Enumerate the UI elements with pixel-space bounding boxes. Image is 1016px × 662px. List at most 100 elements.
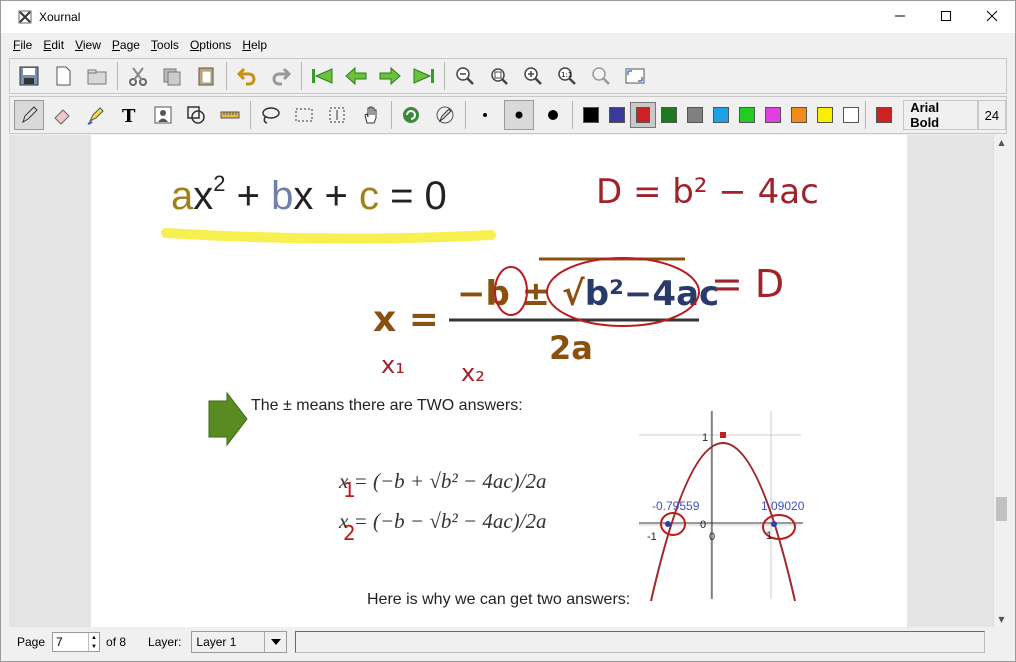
color-swatch-button[interactable]	[812, 102, 838, 128]
first-page-icon	[312, 68, 333, 84]
layer-label: Layer:	[148, 635, 182, 649]
color-swatch-button[interactable]	[786, 102, 812, 128]
color-swatch-button[interactable]	[604, 102, 630, 128]
minimize-button[interactable]	[877, 1, 923, 31]
open-button[interactable]	[82, 61, 112, 91]
fullscreen-button[interactable]	[620, 61, 650, 91]
separator	[865, 101, 867, 129]
right-root-point	[771, 521, 777, 527]
scroll-down-arrow-icon[interactable]: ▼	[994, 612, 1009, 627]
rect-select-button[interactable]	[289, 100, 319, 130]
hand-tool-button[interactable]	[356, 100, 386, 130]
scroll-up-arrow-icon[interactable]: ▲	[994, 135, 1009, 150]
highlighter-tool-button[interactable]	[81, 100, 111, 130]
fullscreen-icon	[625, 68, 645, 84]
previous-page-button[interactable]	[341, 61, 371, 91]
paste-button[interactable]	[191, 61, 221, 91]
zoom-100-button[interactable]: 1:1	[552, 61, 582, 91]
canvas-area[interactable]: ax2 + bx + c = 0 D = b² − 4ac x = −b ± √…	[9, 135, 993, 627]
save-icon	[19, 66, 39, 86]
color-swatch-button[interactable]	[578, 102, 604, 128]
layer-dropdown[interactable]: Layer 1	[191, 631, 288, 653]
highlighter-icon	[87, 107, 104, 125]
pen-tool-button[interactable]	[14, 100, 44, 130]
new-page-button[interactable]	[48, 61, 78, 91]
undo-button[interactable]	[232, 61, 262, 91]
cut-button[interactable]	[123, 61, 153, 91]
color-swatch-button[interactable]	[630, 102, 657, 128]
zoom-set-button[interactable]	[586, 61, 616, 91]
zoom-fit-button[interactable]	[484, 61, 514, 91]
last-page-button[interactable]	[409, 61, 439, 91]
journal-page[interactable]: ax2 + bx + c = 0 D = b² − 4ac x = −b ± √…	[91, 135, 907, 627]
minimize-icon	[895, 15, 905, 17]
zoom-fit-icon	[491, 68, 508, 85]
page-count-label: of 8	[106, 635, 127, 649]
page-number-spinner[interactable]: 7 ▲ ▼	[52, 632, 101, 652]
zoom-out-button[interactable]	[450, 61, 480, 91]
menu-page[interactable]: Page	[112, 38, 140, 52]
font-button[interactable]: Arial Bold	[903, 100, 978, 130]
lasso-select-button[interactable]	[256, 100, 286, 130]
current-color-button[interactable]	[871, 102, 897, 128]
menu-options[interactable]: Options	[190, 38, 231, 52]
thickness-medium-button[interactable]	[504, 100, 534, 130]
title-bar: Xournal	[1, 1, 1015, 33]
scroll-thumb[interactable]	[996, 497, 1007, 521]
color-swatch-button[interactable]	[682, 102, 708, 128]
menu-edit[interactable]: Edit	[43, 38, 64, 52]
menu-tools[interactable]: Tools	[151, 38, 179, 52]
tick-label-origin-b: 0	[709, 531, 715, 543]
spinner-arrows[interactable]: ▲ ▼	[88, 633, 99, 651]
menu-file[interactable]: File	[13, 38, 32, 52]
slide-bottom-text: Here is why we can get two answers:	[367, 591, 631, 608]
slide-plusminus-text: The ± means there are TWO answers:	[251, 397, 523, 414]
new-page-icon	[56, 66, 71, 86]
vertical-space-button[interactable]	[323, 100, 353, 130]
next-page-button[interactable]	[375, 61, 405, 91]
default-pen-button[interactable]	[430, 100, 460, 130]
color-swatch	[843, 107, 860, 123]
close-button[interactable]	[969, 1, 1015, 31]
dropdown-arrow-icon[interactable]	[264, 632, 286, 652]
color-swatch-button[interactable]	[838, 102, 864, 128]
color-swatch	[636, 107, 651, 123]
color-swatch-button[interactable]	[734, 102, 760, 128]
ruler-button[interactable]	[215, 100, 245, 130]
highlight-stroke	[161, 228, 496, 244]
separator	[117, 62, 118, 90]
x1-ink: x₁	[381, 351, 405, 379]
tools-toolbar: T Arial Bold 24	[9, 96, 1007, 134]
thickness-thick-button[interactable]	[538, 100, 568, 130]
color-swatch-button[interactable]	[760, 102, 786, 128]
vertical-scrollbar[interactable]: ▲ ▼	[993, 135, 1008, 627]
spin-down-icon[interactable]: ▼	[91, 644, 97, 650]
last-page-icon	[413, 68, 434, 84]
first-page-button[interactable]	[307, 61, 337, 91]
dot-small-icon	[483, 113, 488, 117]
copy-button[interactable]	[157, 61, 187, 91]
redo-icon	[272, 67, 292, 86]
equation-x1: x = (−b + √b² − 4ac)/2a	[339, 469, 546, 494]
default-tools-button[interactable]	[397, 100, 427, 130]
pen-icon	[21, 106, 38, 124]
redo-button[interactable]	[266, 61, 296, 91]
discriminant-ink: D = b² − 4ac	[596, 172, 819, 212]
eraser-tool-button[interactable]	[48, 100, 78, 130]
text-tool-button[interactable]: T	[115, 100, 145, 130]
font-size-button[interactable]: 24	[977, 100, 1007, 130]
spin-up-icon[interactable]: ▲	[91, 635, 97, 641]
zoom-in-button[interactable]	[518, 61, 548, 91]
menu-help[interactable]: Help	[242, 38, 267, 52]
image-tool-button[interactable]	[148, 100, 178, 130]
save-button[interactable]	[14, 61, 44, 91]
shape-recognizer-button[interactable]	[182, 100, 212, 130]
maximize-button[interactable]	[923, 1, 969, 31]
color-swatch-button[interactable]	[656, 102, 682, 128]
main-toolbar: 1:1	[9, 58, 1007, 94]
menu-view[interactable]: View	[75, 38, 101, 52]
rect-select-icon	[295, 108, 313, 122]
thickness-fine-button[interactable]	[471, 100, 501, 130]
color-swatch-button[interactable]	[708, 102, 734, 128]
color-swatch	[739, 107, 756, 123]
